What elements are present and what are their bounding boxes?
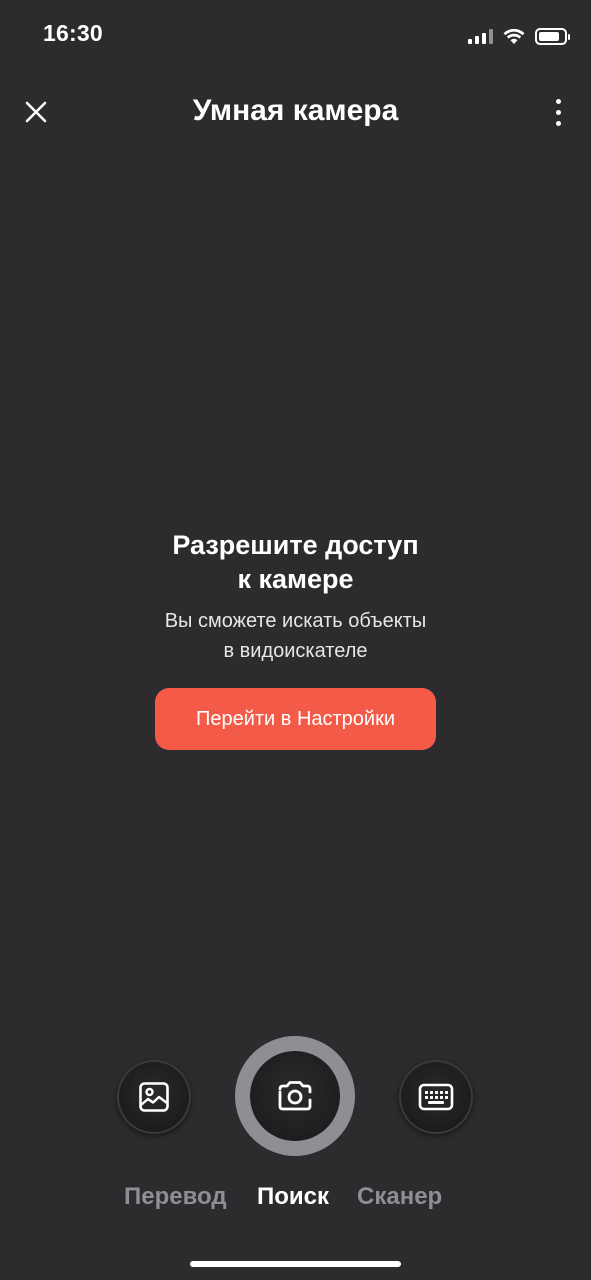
camera-controls [0, 1036, 591, 1160]
more-options-button[interactable] [543, 90, 573, 134]
permission-desc-line2: в видоискателе [223, 640, 368, 662]
permission-title-line2: к камере [237, 564, 354, 594]
mode-scanner[interactable]: Сканер [357, 1183, 442, 1211]
page-title: Умная камера [192, 94, 399, 127]
mode-switcher: Перевод Поиск Сканер [0, 1183, 591, 1217]
home-indicator[interactable] [190, 1261, 401, 1267]
mode-translate[interactable]: Перевод [124, 1183, 227, 1211]
header: Умная камера [0, 80, 591, 144]
camera-icon [278, 1081, 312, 1111]
capture-button-inner [250, 1051, 340, 1141]
status-icons [468, 24, 570, 48]
gallery-icon [139, 1082, 169, 1112]
permission-description: Вы сможете искать объекты в видоискателе [136, 606, 456, 666]
wifi-icon [503, 28, 525, 44]
capture-button[interactable] [235, 1036, 355, 1156]
app-screen: 16:30 Умная камера Разрешите доступ к ка… [0, 0, 591, 1280]
open-settings-button[interactable]: Перейти в Настройки [155, 688, 436, 750]
battery-icon [535, 27, 570, 45]
cellular-signal-icon [468, 28, 493, 44]
more-dot-icon [555, 98, 561, 104]
more-dot-icon [555, 109, 561, 115]
status-bar: 16:30 [0, 0, 591, 70]
permission-title-line1: Разрешите доступ [172, 530, 419, 560]
status-time: 16:30 [43, 20, 103, 46]
mode-search[interactable]: Поиск [257, 1183, 329, 1211]
keyboard-icon [418, 1083, 454, 1111]
camera-permission-prompt: Разрешите доступ к камере Вы сможете иск… [0, 528, 591, 750]
permission-desc-line1: Вы сможете искать объекты [164, 610, 427, 632]
permission-title: Разрешите доступ к камере [136, 528, 456, 596]
gallery-button[interactable] [117, 1060, 191, 1134]
text-input-button[interactable] [399, 1060, 473, 1134]
more-dot-icon [555, 120, 561, 126]
